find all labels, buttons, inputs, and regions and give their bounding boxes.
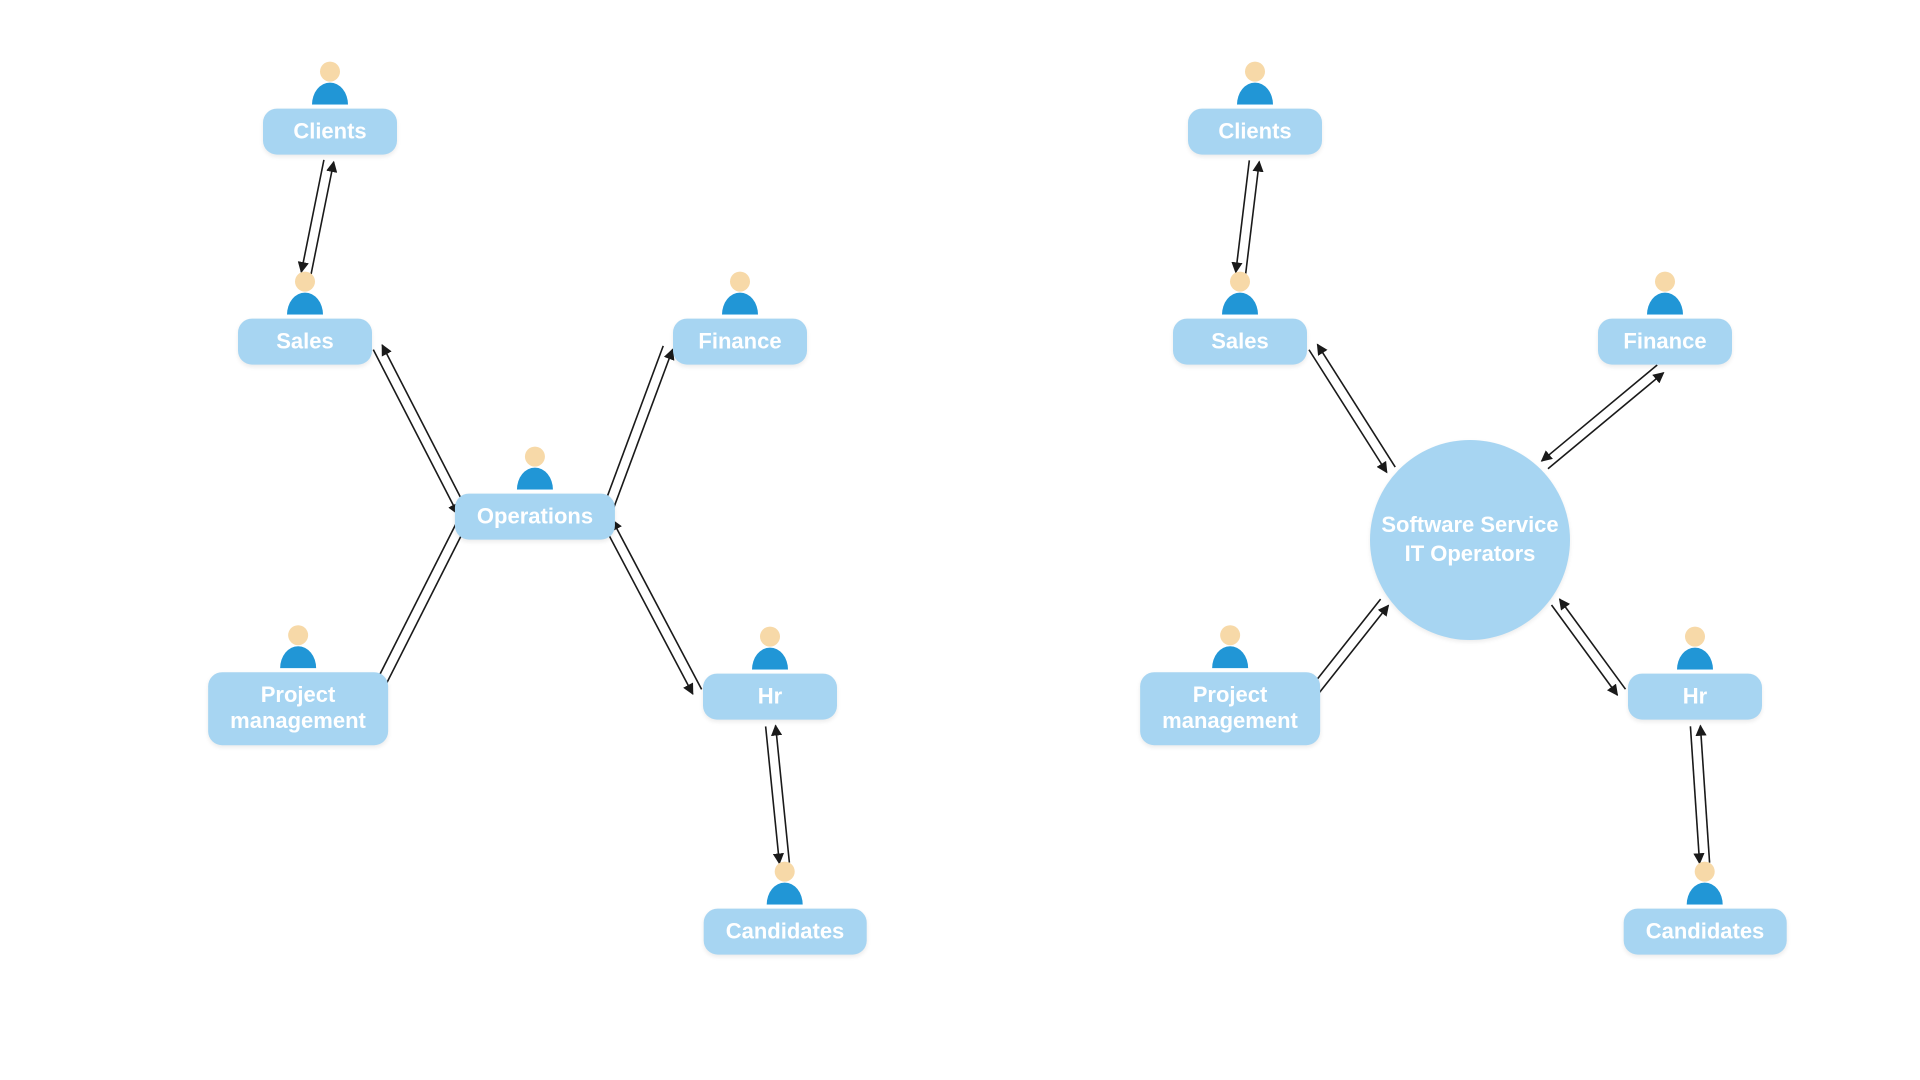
node-label-hr: Hr — [703, 674, 837, 720]
connector-hr-to-candidates — [766, 726, 780, 863]
node-project: Project management — [1140, 622, 1320, 745]
person-icon — [282, 269, 328, 315]
connector-hub-to-hr — [1552, 605, 1618, 695]
connector-hr-to-operations — [612, 520, 701, 689]
person-icon — [1672, 624, 1718, 670]
connector-finance-to-hub — [1542, 365, 1658, 461]
node-label-clients: Clients — [263, 109, 397, 155]
person-icon — [1232, 59, 1278, 105]
connector-sales-to-operations — [373, 350, 458, 514]
connector-candidates-to-hr — [1700, 726, 1709, 863]
person-icon — [762, 859, 808, 905]
node-label-project: Project management — [1140, 672, 1320, 745]
person-icon — [1682, 859, 1728, 905]
node-sales: Sales — [238, 269, 372, 365]
connector-operations-to-finance — [612, 349, 673, 513]
node-finance: Finance — [673, 269, 807, 365]
node-project: Project management — [208, 622, 388, 745]
person-icon — [1207, 622, 1253, 668]
hub-software-service: Software Service IT Operators — [1370, 440, 1570, 640]
node-hr: Hr — [1628, 624, 1762, 720]
node-clients: Clients — [263, 59, 397, 155]
node-label-sales: Sales — [238, 319, 372, 365]
person-icon — [512, 444, 558, 490]
node-finance: Finance — [1598, 269, 1732, 365]
connector-candidates-to-hr — [776, 725, 790, 862]
person-icon — [275, 622, 321, 668]
connector-hub-to-sales — [1317, 344, 1395, 467]
connector-project-to-operations — [375, 525, 467, 706]
connector-clients-to-sales — [1236, 160, 1250, 272]
person-icon — [307, 59, 353, 105]
node-sales: Sales — [1173, 269, 1307, 365]
node-label-hr: Hr — [1628, 674, 1762, 720]
person-icon — [717, 269, 763, 315]
connector-sales-to-hub — [1309, 350, 1387, 473]
person-icon — [747, 624, 793, 670]
node-label-project: Project management — [208, 672, 388, 745]
node-label-operations: Operations — [455, 494, 615, 540]
node-operations: Operations — [455, 444, 615, 540]
connector-hr-to-candidates — [1690, 726, 1699, 863]
node-hr: Hr — [703, 624, 837, 720]
person-icon — [1217, 269, 1263, 315]
node-candidates: Candidates — [1624, 859, 1787, 955]
node-candidates: Candidates — [704, 859, 867, 955]
person-icon — [1642, 269, 1688, 315]
node-clients: Clients — [1188, 59, 1322, 155]
connector-hr-to-hub — [1560, 599, 1626, 689]
node-label-finance: Finance — [673, 319, 807, 365]
node-label-sales: Sales — [1173, 319, 1307, 365]
connector-sales-to-clients — [311, 162, 334, 274]
node-label-candidates: Candidates — [1624, 909, 1787, 955]
connector-hub-to-finance — [1548, 373, 1664, 469]
node-label-candidates: Candidates — [704, 909, 867, 955]
connector-sales-to-clients — [1246, 162, 1260, 274]
hub-label: Software Service IT Operators — [1370, 511, 1570, 568]
connector-clients-to-sales — [301, 160, 324, 272]
connector-operations-to-hr — [603, 525, 692, 694]
node-label-finance: Finance — [1598, 319, 1732, 365]
node-label-clients: Clients — [1188, 109, 1322, 155]
